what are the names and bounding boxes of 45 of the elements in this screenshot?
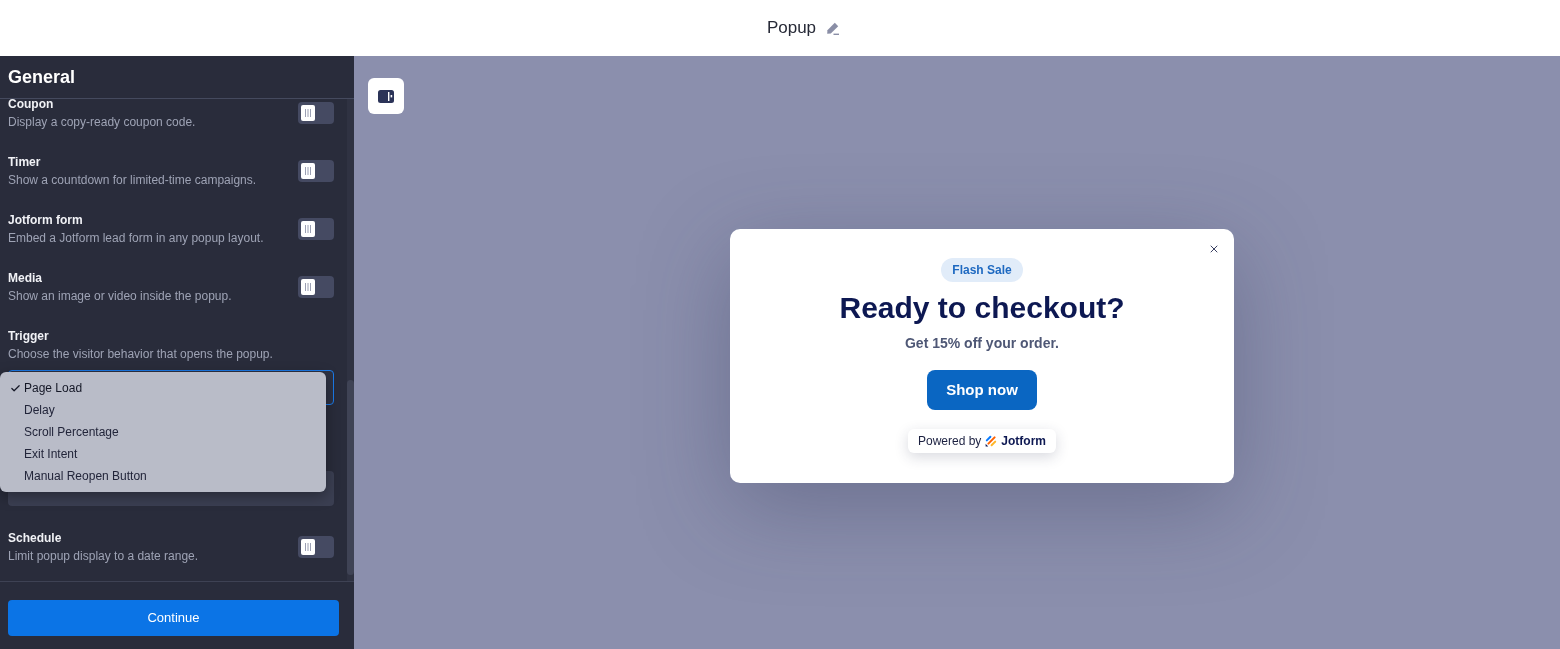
setting-title: Timer	[8, 154, 42, 170]
menu-option[interactable]: Manual Reopen Button	[0, 465, 326, 487]
powered-by-label: Powered by	[917, 433, 982, 450]
menu-option[interactable]: Exit Intent	[0, 443, 326, 465]
powered-by-badge[interactable]: Powered by Jotform	[907, 429, 1056, 453]
setting-description: Limit popup display to a date range.	[8, 548, 199, 564]
close-button[interactable]	[1208, 243, 1220, 255]
popup-subtitle: Get 15% off your order.	[904, 334, 1059, 353]
menu-option[interactable]: Scroll Percentage	[0, 421, 326, 443]
switch-knob	[301, 221, 315, 237]
toggle-switch[interactable]	[298, 160, 334, 182]
switch-knob	[301, 279, 315, 295]
toggle-switch[interactable]	[298, 276, 334, 298]
switch-knob	[301, 163, 315, 179]
setting-title: Coupon	[8, 99, 55, 112]
popup-title: Ready to checkout?	[839, 290, 1125, 326]
logo-icon	[985, 435, 998, 447]
check-icon	[10, 382, 21, 394]
sale-badge: Flash Sale	[941, 258, 1023, 282]
setting-title: Media	[8, 270, 43, 286]
setting-description: Embed a Jotform lead form in any popup layout.	[8, 230, 264, 246]
toggle-switch[interactable]	[298, 536, 334, 558]
switch-knob	[301, 539, 315, 555]
continue-button[interactable]: Continue	[8, 600, 339, 636]
setting-title: Jotform form	[8, 212, 84, 228]
menu-option[interactable]: Delay	[0, 399, 326, 421]
setting-description: Choose the visitor behavior that opens the popup.	[8, 346, 274, 362]
setting-description: Show a countdown for limited-time campaigns.	[8, 172, 257, 188]
setting-title: Schedule	[8, 530, 63, 546]
page-title: Popup	[766, 17, 817, 40]
close-icon	[1208, 243, 1220, 255]
setting-description: Show an image or video inside the popup.	[8, 288, 232, 304]
toggle-switch[interactable]	[298, 102, 334, 124]
setting-description: Display a copy-ready coupon code.	[8, 114, 196, 130]
panel-icon	[378, 89, 394, 103]
toggle-switch[interactable]	[298, 218, 334, 240]
menu-option[interactable]: Page Load	[0, 377, 326, 399]
panel-title: General	[8, 65, 76, 89]
switch-knob	[301, 105, 315, 121]
pencil-icon[interactable]	[826, 21, 840, 35]
scrollbar-thumb[interactable]	[347, 380, 354, 575]
setting-title: Trigger	[8, 328, 50, 344]
panel-toggle-button[interactable]	[368, 78, 404, 114]
brand-name: Jotform	[1001, 433, 1046, 450]
shop-now-button[interactable]: Shop now	[927, 370, 1037, 410]
